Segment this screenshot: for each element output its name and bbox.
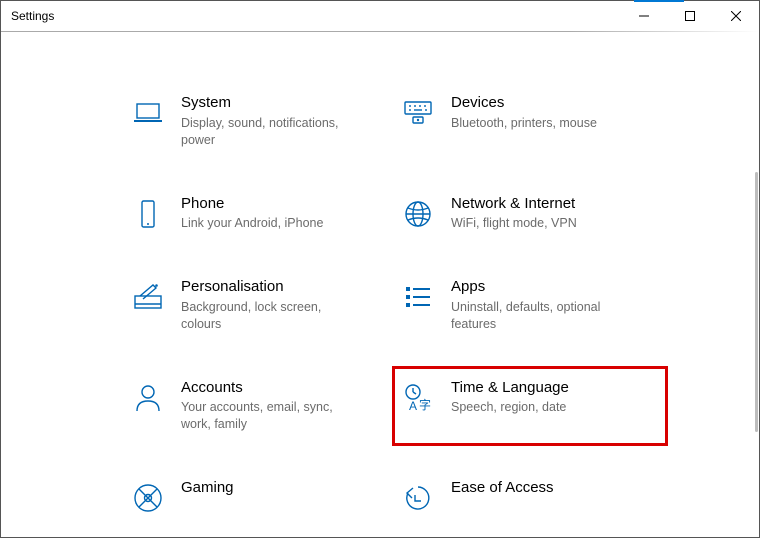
tile-text: Network & InternetWiFi, flight mode, VPN <box>451 195 577 233</box>
tile-subtitle: Bluetooth, printers, mouse <box>451 115 597 132</box>
settings-tile-system[interactable]: System Display, sound, notifications, pow… <box>131 90 381 153</box>
gaming-icon <box>131 481 165 515</box>
person-icon <box>131 381 165 415</box>
tile-subtitle: WiFi, flight mode, VPN <box>451 215 577 232</box>
minimize-button[interactable] <box>621 1 667 31</box>
tile-text: Apps Uninstall, defaults, optional featur… <box>451 278 631 333</box>
tile-title: Apps <box>451 278 631 297</box>
ease-icon <box>401 481 435 515</box>
maximize-button[interactable] <box>667 1 713 31</box>
tile-subtitle: Speech, region, date <box>451 399 569 416</box>
apps-icon <box>401 280 435 314</box>
tile-title: Accounts <box>181 379 361 398</box>
window-controls <box>621 1 759 31</box>
minimize-icon <box>639 11 649 21</box>
tile-title: Time & Language <box>451 379 569 398</box>
tile-subtitle: Uninstall, defaults, optional features <box>451 299 631 333</box>
settings-tile-personal[interactable]: Personalisation Background, lock screen, … <box>131 274 381 337</box>
tile-title: Personalisation <box>181 278 361 297</box>
tile-title: Phone <box>181 195 323 214</box>
tile-text: System Display, sound, notifications, pow… <box>181 94 361 149</box>
titlebar: Settings <box>1 1 759 32</box>
tile-text: AccountsYour accounts, email, sync, work… <box>181 379 361 434</box>
settings-grid: System Display, sound, notifications, pow… <box>1 32 759 519</box>
settings-tile-phone[interactable]: PhoneLink your Android, iPhone <box>131 191 381 237</box>
close-button[interactable] <box>713 1 759 31</box>
timelang-icon <box>401 381 435 415</box>
maximize-icon <box>685 11 695 21</box>
tile-text: Time & LanguageSpeech, region, date <box>451 379 569 417</box>
tile-title: Ease of Access <box>451 479 554 498</box>
settings-tile-apps[interactable]: Apps Uninstall, defaults, optional featur… <box>401 274 651 337</box>
settings-tile-gaming[interactable]: Gaming <box>131 475 381 519</box>
tile-text: PhoneLink your Android, iPhone <box>181 195 323 233</box>
tile-text: Ease of Access <box>451 479 554 500</box>
settings-tile-accounts[interactable]: AccountsYour accounts, email, sync, work… <box>131 375 381 438</box>
tile-text: Devices Bluetooth, printers, mouse <box>451 94 597 132</box>
settings-window: Settings System Display, sound, notificat… <box>0 0 760 538</box>
settings-tile-devices[interactable]: Devices Bluetooth, printers, mouse <box>401 90 651 153</box>
accent-strip <box>634 0 684 2</box>
scrollbar[interactable] <box>755 172 758 432</box>
tile-title: Devices <box>451 94 597 113</box>
keyboard-icon <box>401 96 435 130</box>
content-area: System Display, sound, notifications, pow… <box>1 32 759 537</box>
globe-icon <box>401 197 435 231</box>
tile-subtitle: Display, sound, notifications, power <box>181 115 361 149</box>
settings-tile-timelang[interactable]: Time & LanguageSpeech, region, date <box>401 375 659 438</box>
phone-icon <box>131 197 165 231</box>
window-title: Settings <box>11 9 54 23</box>
settings-tile-ease[interactable]: Ease of Access <box>401 475 651 519</box>
tile-subtitle: Link your Android, iPhone <box>181 215 323 232</box>
tile-title: Gaming <box>181 479 234 498</box>
brush-icon <box>131 280 165 314</box>
tile-text: Personalisation Background, lock screen, … <box>181 278 361 333</box>
settings-tile-network[interactable]: Network & InternetWiFi, flight mode, VPN <box>401 191 651 237</box>
laptop-icon <box>131 96 165 130</box>
close-icon <box>731 11 741 21</box>
tile-subtitle: Background, lock screen, colours <box>181 299 361 333</box>
tile-title: Network & Internet <box>451 195 577 214</box>
tile-title: System <box>181 94 361 113</box>
tile-subtitle: Your accounts, email, sync, work, family <box>181 399 361 433</box>
tile-text: Gaming <box>181 479 234 500</box>
